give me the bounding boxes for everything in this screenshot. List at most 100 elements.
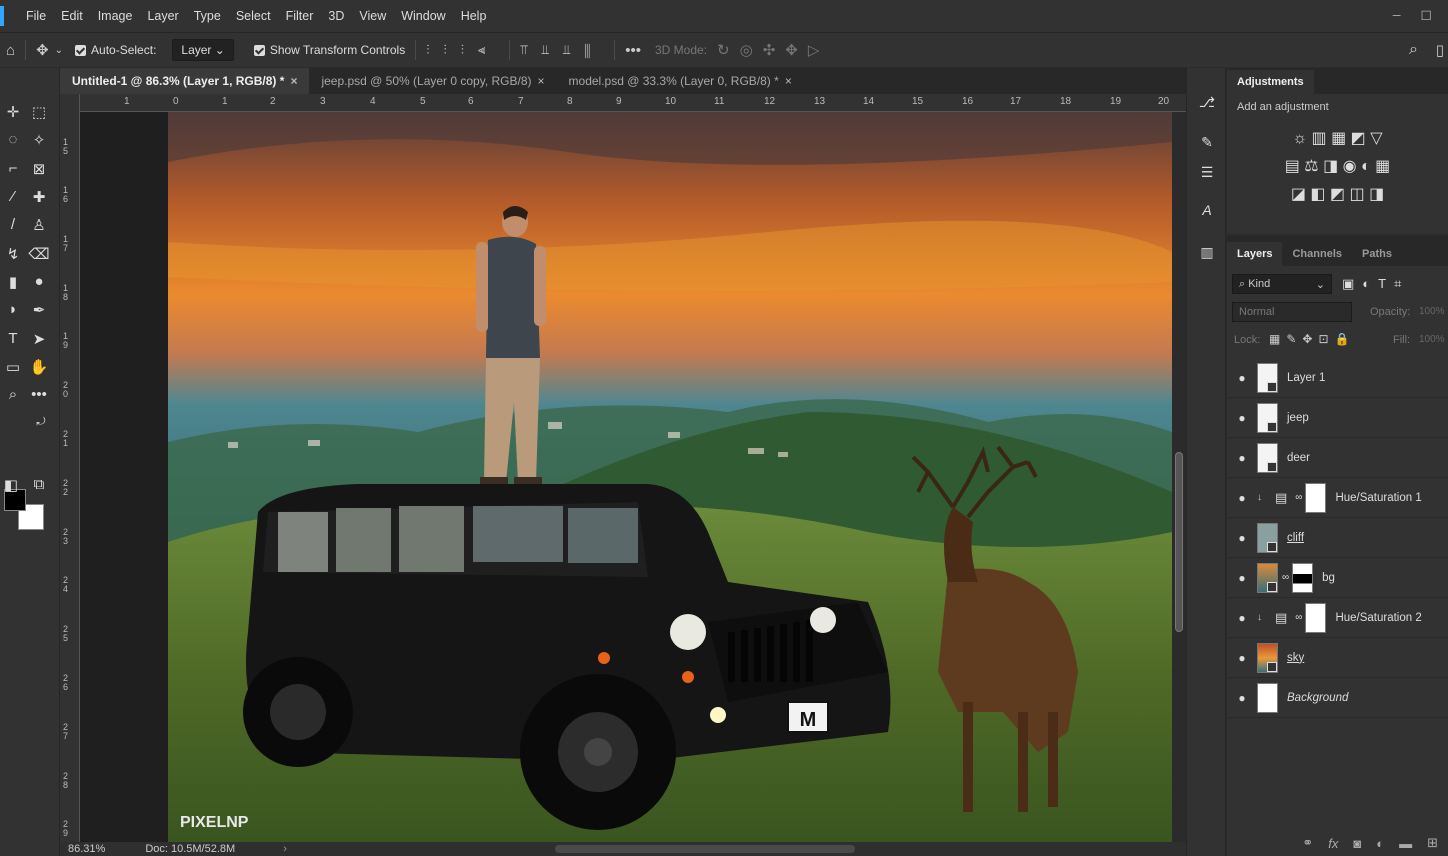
character-icon[interactable]: A bbox=[1197, 202, 1217, 218]
layer-mask-thumbnail[interactable] bbox=[1292, 562, 1314, 593]
tab-model[interactable]: model.psd @ 33.3% (Layer 0, RGB/8) * × bbox=[557, 68, 804, 94]
layer-row[interactable]: ● ∞ bg bbox=[1227, 558, 1448, 598]
menu-select[interactable]: Select bbox=[236, 9, 271, 23]
layer-filter-kind[interactable]: ⌕ Kind ⌄ bbox=[1232, 274, 1332, 294]
fill-field[interactable]: 100% bbox=[1419, 334, 1445, 345]
lasso-tool-icon[interactable]: ◌ bbox=[2, 131, 24, 148]
pen-tool-icon[interactable]: ✒ bbox=[28, 301, 50, 319]
properties-icon[interactable]: ☰ bbox=[1197, 164, 1217, 181]
menu-filter[interactable]: Filter bbox=[286, 9, 314, 23]
eye-icon[interactable]: ● bbox=[1227, 371, 1257, 385]
document-canvas[interactable]: M PIXELNP bbox=[168, 112, 1172, 842]
history-brush-icon[interactable]: ↯ bbox=[2, 245, 24, 263]
tab-jeep[interactable]: jeep.psd @ 50% (Layer 0 copy, RGB/8) × bbox=[309, 68, 556, 94]
adjustment-icons-row-3[interactable]: ◪ ◧ ◩ ◫ ◨ bbox=[1227, 184, 1448, 204]
doc-size[interactable]: Doc: 10.5M/52.8M bbox=[145, 843, 235, 855]
histogram-icon[interactable]: ▥ bbox=[1197, 244, 1217, 261]
menu-layer[interactable]: Layer bbox=[147, 9, 178, 23]
more-tools-icon[interactable]: ••• bbox=[28, 386, 50, 403]
canvas-area[interactable]: M PIXELNP bbox=[80, 112, 1172, 842]
layer-row[interactable]: ● cliff bbox=[1227, 518, 1448, 558]
close-icon[interactable]: × bbox=[538, 74, 545, 88]
layer-row[interactable]: ● ↓ ▤ ∞ Hue/Saturation 1 bbox=[1227, 478, 1448, 518]
auto-select-checkbox[interactable] bbox=[75, 44, 87, 56]
link-layers-icon[interactable]: ⚭ bbox=[1302, 835, 1313, 851]
scroll-thumb[interactable] bbox=[1175, 452, 1183, 632]
blend-mode-select[interactable]: Normal bbox=[1232, 302, 1352, 322]
eye-icon[interactable]: ● bbox=[1227, 491, 1257, 505]
horizontal-scroll-thumb[interactable] bbox=[555, 845, 855, 853]
menu-window[interactable]: Window bbox=[401, 9, 445, 23]
new-layer-icon[interactable]: ⊞ bbox=[1427, 835, 1438, 851]
magic-wand-icon[interactable]: ✧ bbox=[28, 131, 50, 149]
menu-help[interactable]: Help bbox=[461, 9, 487, 23]
adjustment-icons-row-2[interactable]: ▤ ⚖ ◨ ◉ ◐ ▦ bbox=[1227, 156, 1448, 176]
auto-select-dropdown[interactable]: Layer ⌄ bbox=[172, 39, 234, 61]
menu-file[interactable]: File bbox=[26, 9, 46, 23]
workspace-icon[interactable]: ▯ bbox=[1436, 41, 1444, 59]
chevron-down-icon[interactable]: ⌄ bbox=[55, 45, 63, 56]
fx-icon[interactable]: fx bbox=[1328, 836, 1338, 851]
eyedropper-icon[interactable]: ⁄ bbox=[2, 188, 24, 205]
tab-adjustments[interactable]: Adjustments bbox=[1227, 70, 1314, 94]
show-transform-checkbox[interactable] bbox=[253, 44, 265, 56]
tab-layers[interactable]: Layers bbox=[1227, 242, 1283, 266]
marquee-tool-icon[interactable]: ⬚ bbox=[28, 103, 50, 121]
gradient-tool-icon[interactable]: ▮ bbox=[2, 273, 24, 291]
layer-row[interactable]: ● Background bbox=[1227, 678, 1448, 718]
adjustment-icons-row-1[interactable]: ☼ ▥ ▦ ◩ ▽ bbox=[1227, 128, 1448, 148]
align-icons[interactable]: ⫶⫶⫶⫷ bbox=[426, 42, 499, 58]
healing-brush-icon[interactable]: ✚ bbox=[28, 188, 50, 206]
brush-settings-icon[interactable]: ✎ bbox=[1197, 134, 1217, 151]
eye-icon[interactable]: ● bbox=[1227, 571, 1257, 585]
add-mask-icon[interactable]: ◙ bbox=[1353, 836, 1361, 851]
brush-tool-icon[interactable]: / bbox=[2, 216, 24, 233]
hand-tool-icon[interactable]: ✋ bbox=[28, 358, 50, 376]
screen-mode-icon[interactable]: ⧉ bbox=[28, 476, 50, 493]
eye-icon[interactable]: ● bbox=[1227, 451, 1257, 465]
opacity-field[interactable]: 100% bbox=[1419, 306, 1445, 317]
eye-icon[interactable]: ● bbox=[1227, 611, 1257, 625]
vertical-scrollbar[interactable] bbox=[1172, 112, 1186, 842]
tab-untitled-1[interactable]: Untitled-1 @ 86.3% (Layer 1, RGB/8) * × bbox=[60, 68, 310, 94]
menu-3d[interactable]: 3D bbox=[328, 9, 344, 23]
eye-icon[interactable]: ● bbox=[1227, 651, 1257, 665]
distribute-icons[interactable]: ⫪⫫⫫⫼ bbox=[520, 42, 604, 58]
more-options-icon[interactable]: ••• bbox=[625, 42, 641, 59]
stamp-tool-icon[interactable]: ♙ bbox=[28, 216, 50, 234]
dodge-tool-icon[interactable]: ◗ bbox=[2, 301, 24, 318]
menu-view[interactable]: View bbox=[359, 9, 386, 23]
frame-tool-icon[interactable]: ⊠ bbox=[28, 160, 50, 178]
eye-icon[interactable]: ● bbox=[1227, 691, 1257, 705]
zoom-readout[interactable]: 86.31% bbox=[68, 843, 105, 855]
quick-mask-icon[interactable]: ◧ bbox=[0, 476, 22, 494]
swap-colors-icon[interactable]: ⤾ bbox=[30, 416, 52, 429]
lock-icons[interactable]: ▦✎✥⊡🔒 bbox=[1269, 332, 1355, 346]
menu-edit[interactable]: Edit bbox=[61, 9, 83, 23]
search-icon[interactable]: ⌕ bbox=[1409, 41, 1418, 59]
menu-image[interactable]: Image bbox=[98, 9, 133, 23]
eye-icon[interactable]: ● bbox=[1227, 531, 1257, 545]
path-select-icon[interactable]: ➤ bbox=[28, 330, 50, 348]
layer-row[interactable]: ● Layer 1 bbox=[1227, 358, 1448, 398]
zoom-tool-icon[interactable]: ⌕ bbox=[2, 386, 24, 403]
type-tool-icon[interactable]: T bbox=[2, 330, 24, 347]
close-icon[interactable]: × bbox=[290, 74, 297, 88]
layer-row[interactable]: ● sky bbox=[1227, 638, 1448, 678]
tab-paths[interactable]: Paths bbox=[1352, 242, 1402, 266]
close-icon[interactable]: × bbox=[785, 74, 792, 88]
new-adjustment-icon[interactable]: ◐ bbox=[1376, 836, 1384, 851]
status-arrow-icon[interactable]: › bbox=[283, 843, 287, 855]
blur-tool-icon[interactable]: ● bbox=[28, 273, 50, 290]
layer-mask-thumbnail[interactable] bbox=[1305, 482, 1327, 513]
move-tool-icon[interactable]: ✥ bbox=[36, 41, 49, 59]
layer-mask-thumbnail[interactable] bbox=[1305, 602, 1327, 633]
window-controls[interactable]: – ◻ bbox=[1393, 6, 1440, 23]
home-icon[interactable]: ⌂ bbox=[6, 42, 15, 59]
layer-filter-icons[interactable]: ▣◐T⌗ bbox=[1342, 276, 1409, 292]
move-tool-icon[interactable]: ✛ bbox=[2, 103, 24, 121]
shape-tool-icon[interactable]: ▭ bbox=[2, 358, 24, 376]
eye-icon[interactable]: ● bbox=[1227, 411, 1257, 425]
layer-row[interactable]: ● ↓ ▤ ∞ Hue/Saturation 2 bbox=[1227, 598, 1448, 638]
eraser-tool-icon[interactable]: ⌫ bbox=[28, 245, 50, 263]
